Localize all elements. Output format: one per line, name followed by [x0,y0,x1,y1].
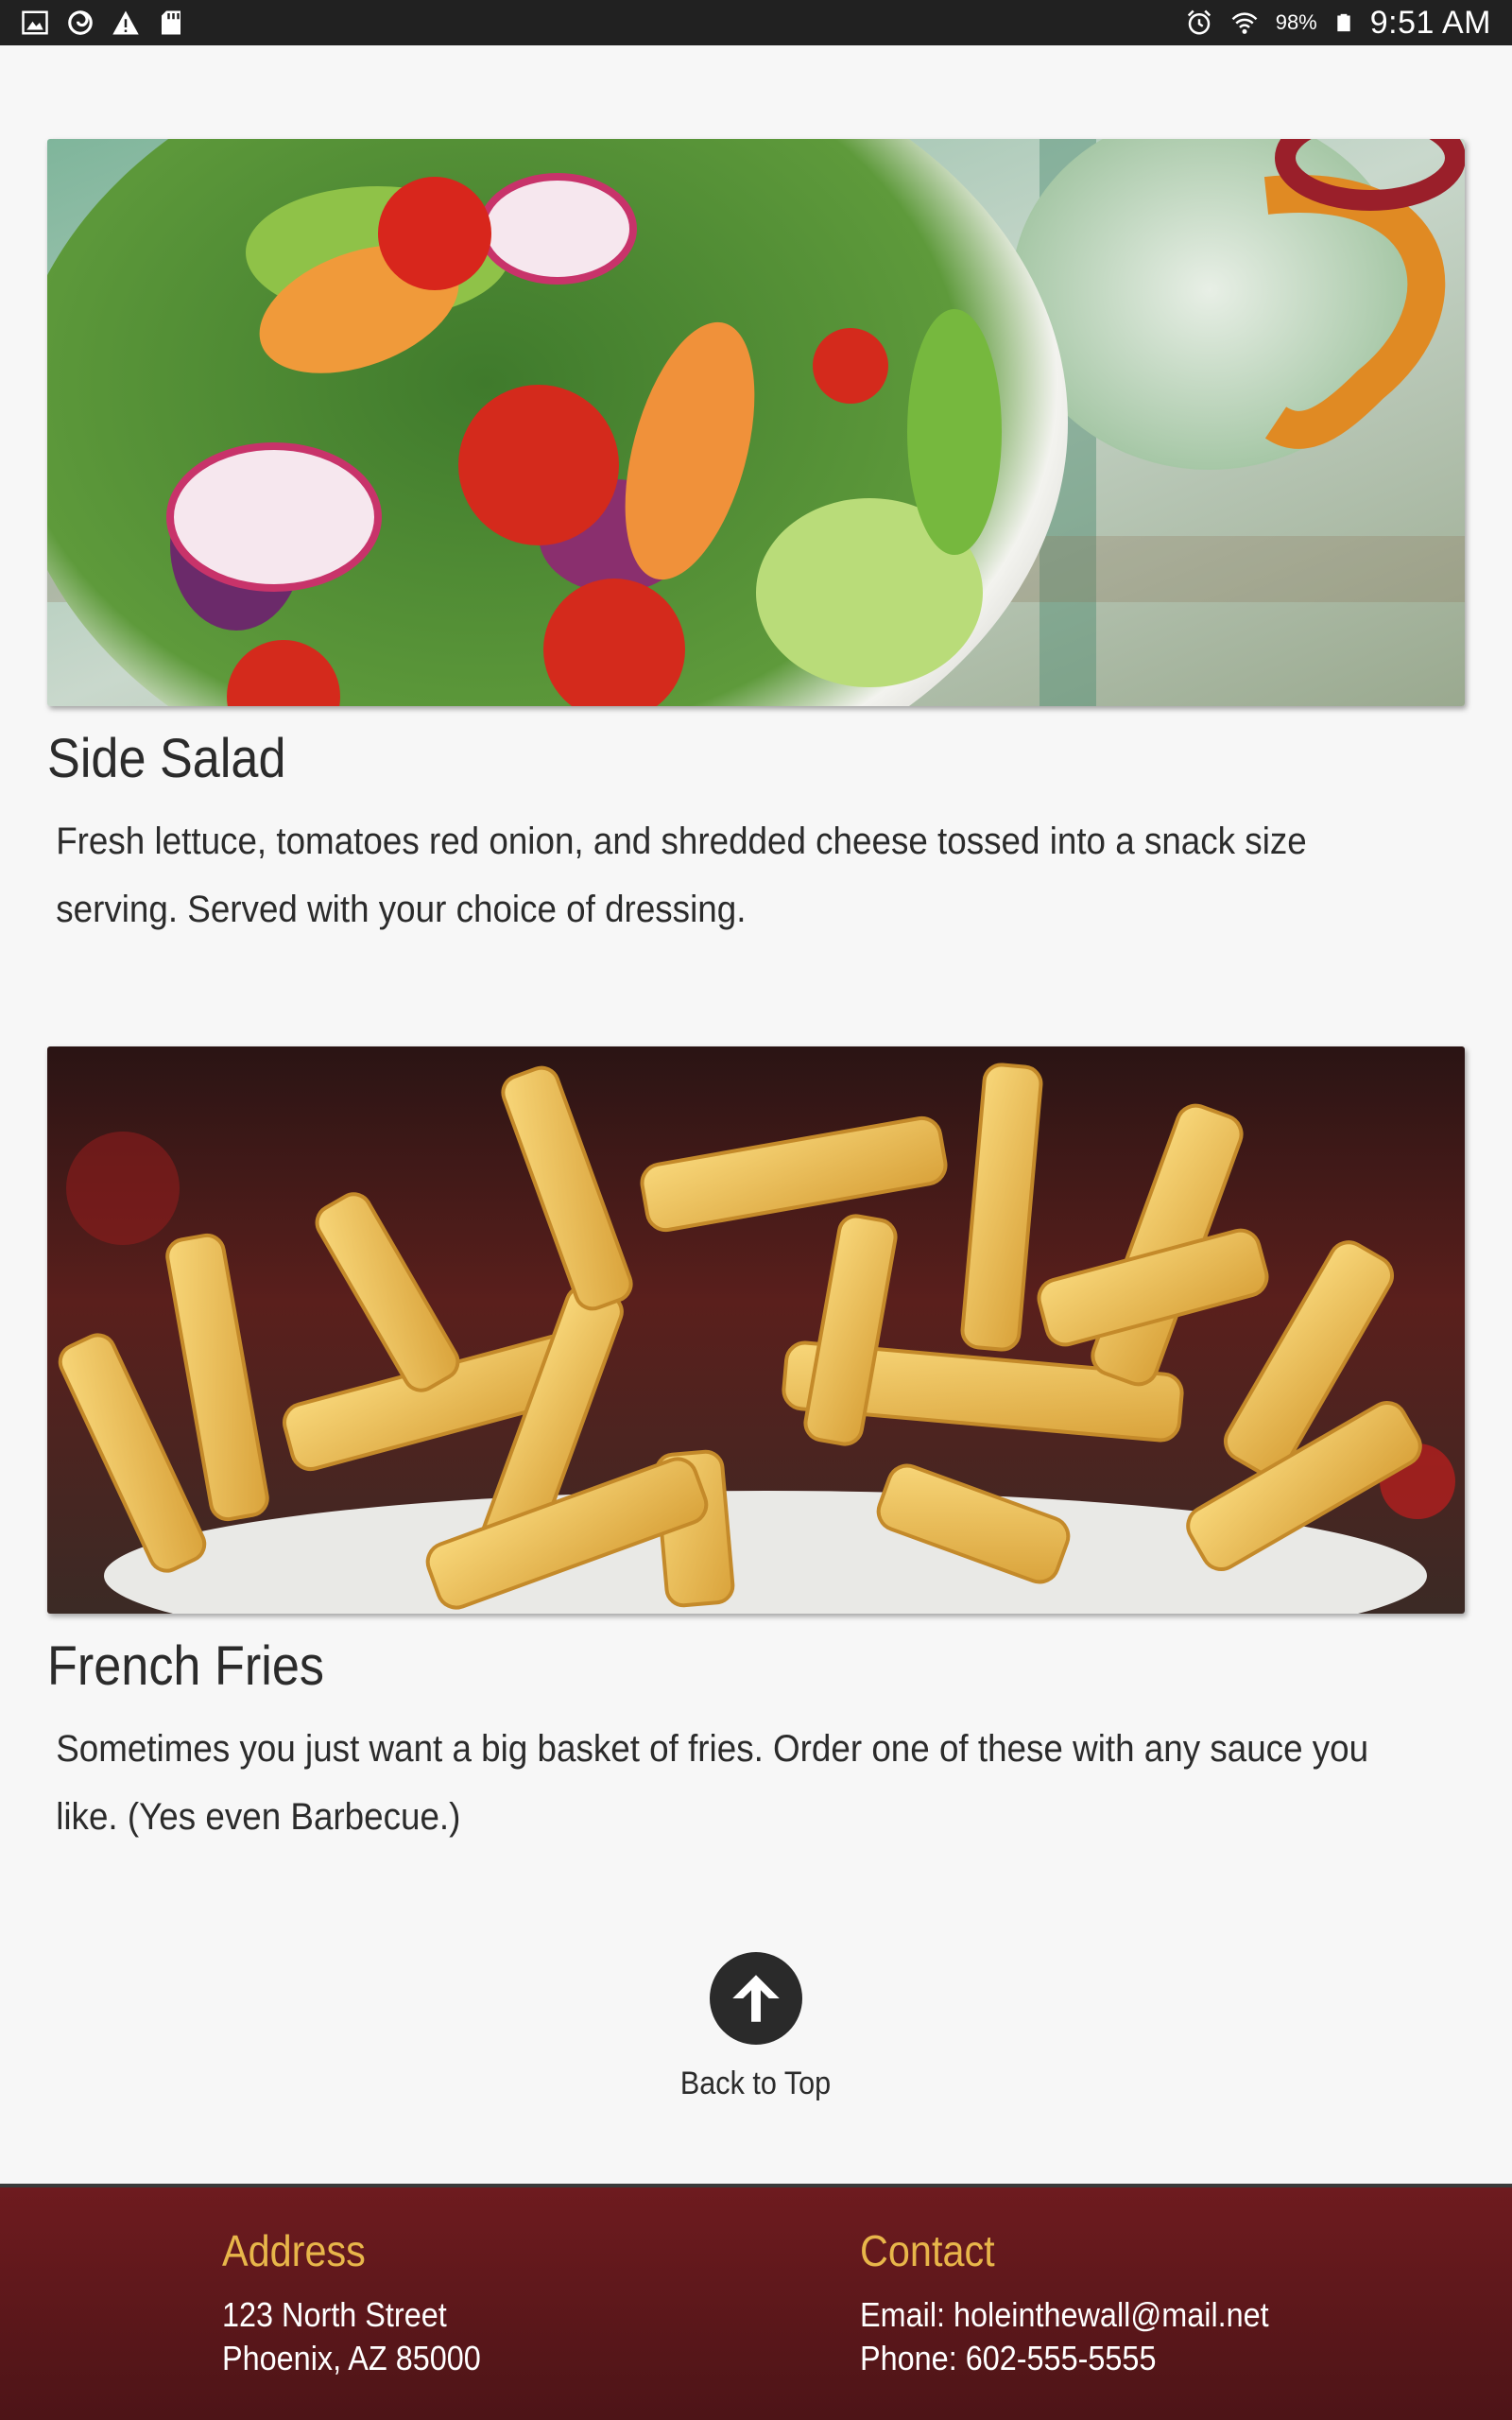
address-line: 123 North Street [222,2295,447,2334]
alarm-icon [1187,9,1211,35]
sd-card-icon [162,10,180,35]
warning-icon [112,10,139,35]
menu-item: Side Salad Fresh lettuce, tomatoes red o… [47,139,1465,943]
status-bar-left [21,9,185,37]
firefox-icon [68,10,93,35]
arrow-up-icon[interactable] [710,1952,802,2045]
footer-contact: Contact Email: holeinthewall@mail.net Ph… [860,2225,1314,2380]
back-to-top-link[interactable]: Back to Top [0,1952,1512,2102]
item-title: French Fries [47,1635,324,1697]
address-line: Phoenix, AZ 85000 [222,2339,481,2377]
salad-photo [47,139,1465,706]
status-bar: 98% 9:51 AM [0,0,1512,45]
contact-email[interactable]: Email: holeinthewall@mail.net [860,2293,1269,2337]
gallery-icon [22,10,48,35]
item-title: Side Salad [47,728,286,789]
back-to-top-label[interactable]: Back to Top [680,2066,831,2102]
footer: Address 123 North Street Phoenix, AZ 850… [0,2184,1512,2420]
battery-percentage: 98% [1275,10,1317,34]
wifi-icon [1231,12,1258,34]
fries-photo [47,1046,1465,1614]
menu-item: French Fries Sometimes you just want a b… [47,1046,1465,1851]
contact-phone[interactable]: Phone: 602-555-5555 [860,2337,1269,2380]
address-heading: Address [222,2226,366,2275]
item-description: Sometimes you just want a big basket of … [56,1728,1369,1838]
contact-heading: Contact [860,2226,995,2275]
clock: 9:51 AM [1369,4,1491,41]
battery-icon [1337,13,1350,32]
item-description: Fresh lettuce, tomatoes red onion, and s… [56,821,1307,930]
status-bar-right: 98% 9:51 AM [1185,5,1491,42]
footer-address: Address 123 North Street Phoenix, AZ 850… [222,2225,509,2380]
